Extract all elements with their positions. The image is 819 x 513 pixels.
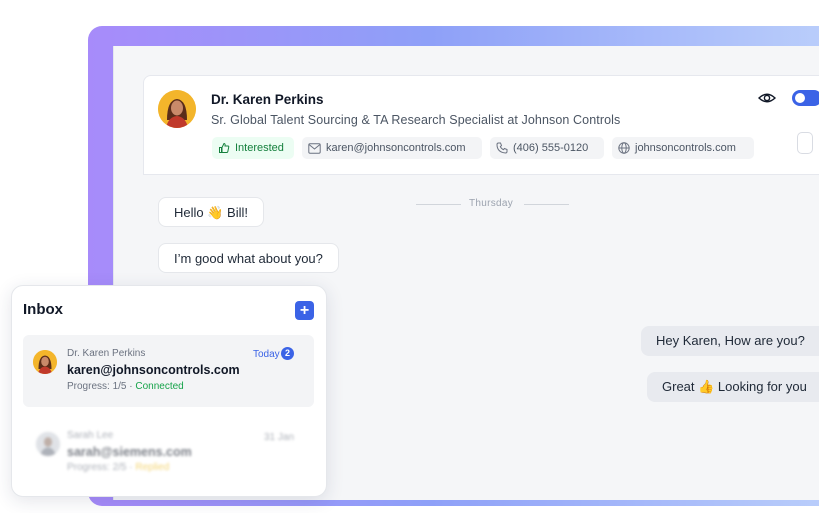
website-chip[interactable]: johnsoncontrols.com <box>612 137 754 159</box>
eye-icon[interactable] <box>758 90 776 106</box>
divider-line-left <box>416 204 461 205</box>
inbox-row-progress: Progress: 1/5 · Connected <box>67 381 184 392</box>
avatar <box>36 432 60 456</box>
contact-name: Dr. Karen Perkins <box>211 92 324 107</box>
phone-chip[interactable]: (406) 555-0120 <box>490 137 604 159</box>
message-incoming: I’m good what about you? <box>158 243 339 273</box>
inbox-row-name: Dr. Karen Perkins <box>67 348 146 359</box>
divider-line-right <box>524 204 569 205</box>
inbox-row-email: karen@johnsoncontrols.com <box>67 363 240 377</box>
phone-value: (406) 555-0120 <box>513 142 589 154</box>
phone-icon <box>496 142 508 154</box>
message-outgoing: Great 👍 Looking for you <box>647 372 819 402</box>
message-incoming: Hello 👋 Bill! <box>158 197 264 227</box>
website-value: johnsoncontrols.com <box>635 142 736 154</box>
email-value: karen@johnsoncontrols.com <box>326 142 466 154</box>
status-connected: Connected <box>135 381 184 392</box>
toggle-switch[interactable] <box>792 90 819 106</box>
day-divider: Thursday <box>469 198 514 209</box>
inbox-row-date: 31 Jan <box>264 432 295 443</box>
inbox-row-date: Today <box>253 349 280 360</box>
contact-avatar <box>158 90 196 128</box>
inbox-title: Inbox <box>23 301 63 318</box>
status-chip[interactable]: Interested <box>212 137 294 159</box>
inbox-row-email: sarah@siemens.com <box>67 445 192 459</box>
add-conversation-button[interactable]: + <box>295 301 314 320</box>
status-label: Interested <box>235 142 284 154</box>
inbox-row-progress: Progress: 2/5 · Replied <box>67 462 170 473</box>
inbox-row-name: Sarah Lee <box>67 430 114 441</box>
status-replied: Replied <box>135 462 170 473</box>
thumbs-up-icon <box>219 142 230 153</box>
avatar <box>33 350 57 374</box>
email-chip[interactable]: karen@johnsoncontrols.com <box>302 137 482 159</box>
mail-icon <box>308 142 321 154</box>
globe-icon <box>618 142 630 154</box>
contact-title: Sr. Global Talent Sourcing & TA Research… <box>211 113 621 127</box>
more-options-button[interactable] <box>797 132 813 154</box>
message-outgoing: Hey Karen, How are you? <box>641 326 819 356</box>
unread-badge: 2 <box>281 347 294 360</box>
